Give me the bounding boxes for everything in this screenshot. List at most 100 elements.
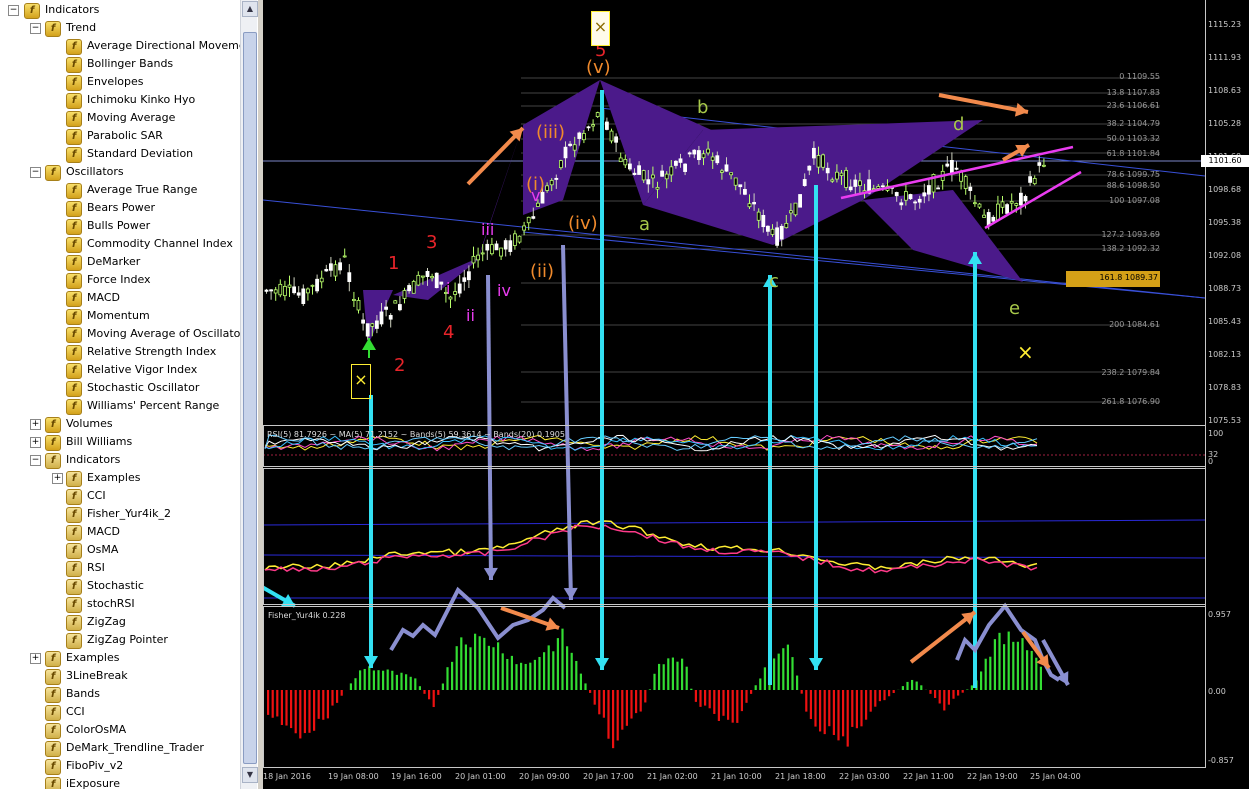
macd-pane[interactable] — [263, 468, 1206, 605]
navigator-item-stochastic[interactable]: f Stochastic — [0, 577, 240, 595]
candle-body — [821, 154, 825, 168]
candle-body — [779, 225, 784, 240]
expand-icon[interactable]: + — [30, 419, 41, 430]
navigator-item-moving-average[interactable]: f Moving Average — [0, 109, 240, 127]
chart-window[interactable]: RSI(5) 81.7926 ~ MA(5) 71.2152 ~ Bands(5… — [263, 0, 1249, 789]
fisher-axis-zero: 0.00 — [1208, 687, 1226, 696]
candle-body — [673, 160, 678, 166]
navigator-item-bollinger-bands[interactable]: f Bollinger Bands — [0, 55, 240, 73]
navigator-item-stochrsi[interactable]: f stochRSI — [0, 595, 240, 613]
navigator-item-cci[interactable]: f CCI — [0, 703, 240, 721]
collapse-icon[interactable]: − — [8, 5, 19, 16]
price-tick-label: 1078.83 — [1208, 383, 1242, 392]
indicator-icon: f — [66, 345, 82, 361]
navigator-item-bulls-power[interactable]: f Bulls Power — [0, 217, 240, 235]
collapse-icon[interactable]: − — [30, 167, 41, 178]
navigator-item-stochastic-oscillator[interactable]: f Stochastic Oscillator — [0, 379, 240, 397]
custom-indicator-icon: f — [45, 453, 61, 469]
navigator-item-trend[interactable]: − f Trend — [0, 19, 240, 37]
navigator-item-macd[interactable]: f MACD — [0, 289, 240, 307]
custom-indicator-icon: f — [66, 507, 82, 523]
candle-body — [457, 283, 462, 294]
navigator-item-indicators[interactable]: − f Indicators — [0, 1, 240, 19]
candle-body — [1019, 192, 1023, 206]
navigator-scrollbar[interactable]: ▲ ▼ — [240, 0, 258, 789]
candle-body — [623, 158, 628, 166]
navigator-item-parabolic-sar[interactable]: f Parabolic SAR — [0, 127, 240, 145]
navigator-item-demark-trendline-trader[interactable]: f DeMark_Trendline_Trader — [0, 739, 240, 757]
navigator-item-demarker[interactable]: f DeMarker — [0, 253, 240, 271]
navigator-item-bands[interactable]: f Bands — [0, 685, 240, 703]
candle-body — [982, 214, 986, 218]
expand-icon[interactable]: + — [30, 653, 41, 664]
navigator-panel: − f Indicators − f Trend f Average Directional … — [0, 0, 258, 789]
navigator-item-momentum[interactable]: f Momentum — [0, 307, 240, 325]
navigator-item-label: RSI — [87, 561, 105, 574]
navigator-item-examples[interactable]: + f Examples — [0, 469, 240, 487]
navigator-item-3linebreak[interactable]: f 3LineBreak — [0, 667, 240, 685]
candle-body — [637, 165, 642, 175]
navigator-item-envelopes[interactable]: f Envelopes — [0, 73, 240, 91]
fisher-pane[interactable] — [263, 606, 1206, 768]
navigator-item-label: Average Directional Movement — [87, 39, 257, 52]
navigator-item-oscillators[interactable]: − f Oscillators — [0, 163, 240, 181]
navigator-item-force-index[interactable]: f Force Index — [0, 271, 240, 289]
candle-body — [996, 203, 1000, 221]
candle-body — [471, 255, 476, 264]
navigator-item-standard-deviation[interactable]: f Standard Deviation — [0, 145, 240, 163]
scroll-down-arrow-icon[interactable]: ▼ — [242, 767, 258, 783]
navigator-item-label: stochRSI — [87, 597, 135, 610]
candle-body — [420, 275, 425, 278]
time-tick-label: 20 Jan 17:00 — [583, 772, 634, 781]
navigator-item-indicators[interactable]: − f Indicators — [0, 451, 240, 469]
navigator-item-fisher-yur4ik-2[interactable]: f Fisher_Yur4ik_2 — [0, 505, 240, 523]
collapse-icon[interactable]: − — [30, 23, 41, 34]
candle-body — [430, 276, 435, 279]
price-tick-label: 1075.53 — [1208, 416, 1242, 425]
navigator-item-moving-average-of-oscillator[interactable]: f Moving Average of Oscillator — [0, 325, 245, 343]
navigator-item-examples[interactable]: + f Examples — [0, 649, 240, 667]
candle-body — [526, 216, 531, 224]
candle-body — [1032, 178, 1037, 185]
candle-body — [632, 172, 637, 175]
navigator-item-bears-power[interactable]: f Bears Power — [0, 199, 240, 217]
navigator-item-average-true-range[interactable]: f Average True Range — [0, 181, 240, 199]
candle-body — [687, 152, 692, 155]
navigator-item-ichimoku-kinko-hyo[interactable]: f Ichimoku Kinko Hyo — [0, 91, 240, 109]
navigator-item-rsi[interactable]: f RSI — [0, 559, 240, 577]
navigator-item-osma[interactable]: f OsMA — [0, 541, 240, 559]
scroll-thumb[interactable] — [243, 32, 257, 764]
navigator-item-zigzag-pointer[interactable]: f ZigZag Pointer — [0, 631, 240, 649]
navigator-item-zigzag[interactable]: f ZigZag — [0, 613, 240, 631]
navigator-item-commodity-channel-index[interactable]: f Commodity Channel Index — [0, 235, 240, 253]
navigator-item-label: Indicators — [45, 3, 100, 16]
candle-body — [278, 283, 283, 296]
candle-body — [669, 166, 674, 176]
candle-body — [894, 192, 899, 197]
candle-body — [485, 243, 490, 251]
scroll-up-arrow-icon[interactable]: ▲ — [242, 1, 258, 17]
navigator-item-average-directional-movement[interactable]: f Average Directional Movement — [0, 37, 257, 55]
candle-body — [402, 290, 407, 299]
indicator-icon: f — [66, 93, 82, 109]
expand-icon[interactable]: + — [52, 473, 63, 484]
navigator-item-bill-williams[interactable]: + f Bill Williams — [0, 433, 240, 451]
expand-icon[interactable]: + — [30, 437, 41, 448]
navigator-item-williams-percent-range[interactable]: f Williams' Percent Range — [0, 397, 240, 415]
fib-level-label: 0 1109.55 — [1119, 72, 1160, 81]
navigator-item-macd[interactable]: f MACD — [0, 523, 240, 541]
time-tick-label: 20 Jan 09:00 — [519, 772, 570, 781]
candle-body — [968, 186, 973, 191]
navigator-item-volumes[interactable]: + f Volumes — [0, 415, 240, 433]
navigator-item-relative-vigor-index[interactable]: f Relative Vigor Index — [0, 361, 240, 379]
price-tick-label: 1088.73 — [1208, 284, 1242, 293]
navigator-item-iexposure[interactable]: f iExposure — [0, 775, 240, 789]
navigator-item-fibopiv-v2[interactable]: f FiboPiv_v2 — [0, 757, 240, 775]
candle-body — [729, 172, 734, 176]
custom-indicator-icon: f — [45, 759, 61, 775]
navigator-item-relative-strength-index[interactable]: f Relative Strength Index — [0, 343, 240, 361]
navigator-item-colorosma[interactable]: f ColorOsMA — [0, 721, 240, 739]
collapse-icon[interactable]: − — [30, 455, 41, 466]
candle-body — [835, 171, 839, 180]
navigator-item-cci[interactable]: f CCI — [0, 487, 240, 505]
